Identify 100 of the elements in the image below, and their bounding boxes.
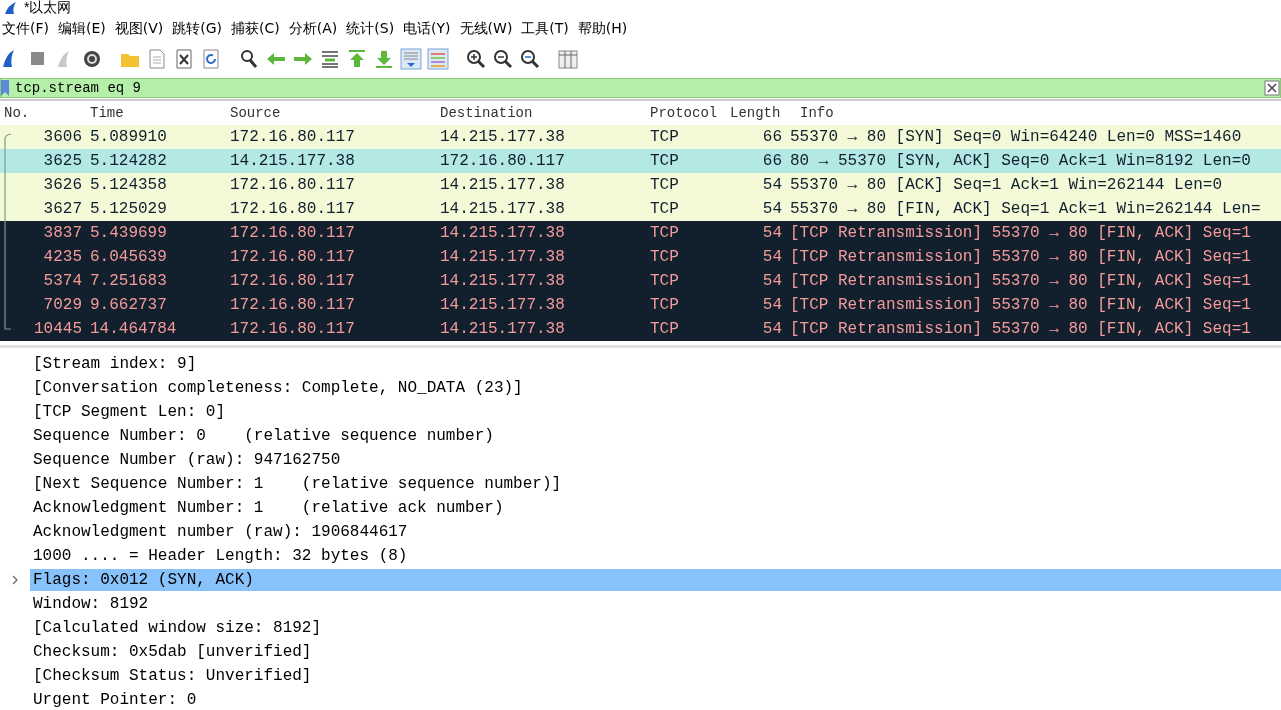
menu-item[interactable]: 无线(W) <box>457 20 520 38</box>
column-header[interactable]: Source <box>226 105 436 121</box>
table-cell-text: 3625 <box>42 152 83 170</box>
table-cell-text: 172.16.80.117 <box>229 320 356 338</box>
resize-columns-icon[interactable] <box>557 48 579 70</box>
detail-line[interactable]: Checksum: 0x5dab [unverified] <box>30 641 315 663</box>
close-file-icon[interactable] <box>173 48 195 70</box>
table-cell-text: 14.215.177.38 <box>439 224 566 242</box>
column-header[interactable]: Destination <box>436 105 646 121</box>
detail-line[interactable]: [Stream index: 9] <box>30 353 200 375</box>
table-cell-text: [TCP Retransmission] 55370 → 80 [FIN, ACK] Seq=1 <box>789 296 1252 314</box>
menu-item[interactable]: 分析(A) <box>286 20 345 38</box>
detail-line[interactable]: Acknowledgment number (raw): 1906844617 <box>30 521 411 543</box>
detail-line[interactable]: Urgent Pointer: 0 <box>30 689 200 710</box>
menu-item[interactable]: 帮助(H) <box>575 20 635 38</box>
detail-line[interactable]: Sequence Number (raw): 947162750 <box>30 449 344 471</box>
table-cell-text: TCP <box>649 224 680 242</box>
table-cell-text: TCP <box>649 176 680 194</box>
detail-line[interactable]: [Next Sequence Number: 1 (relative sequence number)] <box>30 473 565 495</box>
menu-item[interactable]: 电话(Y) <box>401 20 458 38</box>
go-to-list-icon[interactable] <box>319 48 341 70</box>
packet-row[interactable]: 4235 6.045639 172.16.80.117 14.215.177.38 TCP 54 [TCP Retransmission] 55370 → 80 [FIN, ACK] Seq=1 <box>0 245 1281 269</box>
detail-line[interactable]: Acknowledgment Number: 1 (relative ack number) <box>30 497 507 519</box>
menu-item[interactable]: 捕获(C) <box>229 20 287 38</box>
table-cell-text: 14.215.177.38 <box>439 296 566 314</box>
table-cell-text: TCP <box>649 248 680 266</box>
detail-line[interactable]: [Calculated window size: 8192] <box>30 617 325 639</box>
detail-line[interactable]: Sequence Number: 0 (relative sequence number) <box>30 425 497 447</box>
table-cell-text: 80 → 55370 [SYN, ACK] Seq=0 Ack=1 Win=8192 Len=0 <box>789 152 1252 170</box>
table-cell-text: 14.215.177.38 <box>229 152 356 170</box>
menu-item[interactable]: 文件(F) <box>0 20 56 38</box>
table-cell-text: 55370 → 80 [SYN] Seq=0 Win=64240 Len=0 MSS=1460 <box>789 128 1243 146</box>
table-cell-text: 10445 <box>33 320 83 338</box>
table-cell-text: TCP <box>649 296 680 314</box>
table-cell-text: 55370 → 80 [FIN, ACK] Seq=1 Ack=1 Win=262144 Len= <box>789 200 1262 218</box>
table-cell-text: 172.16.80.117 <box>229 296 356 314</box>
table-cell-text: 55370 → 80 [ACK] Seq=1 Ack=1 Win=262144 Len=0 <box>789 176 1224 194</box>
table-cell-text: [TCP Retransmission] 55370 → 80 [FIN, ACK] Seq=1 <box>789 272 1252 290</box>
table-cell-text: 3627 <box>42 200 83 218</box>
table-cell-text: 7.251683 <box>89 272 168 290</box>
detail-line[interactable]: Window: 8192 <box>30 593 152 615</box>
color-list-icon[interactable] <box>427 48 449 70</box>
table-cell-text: TCP <box>649 272 680 290</box>
packet-row[interactable]: 3627 5.125029 172.16.80.117 14.215.177.38 TCP 54 55370 → 80 [FIN, ACK] Seq=1 Ack=1 Win=262144 Len= <box>0 197 1281 221</box>
table-cell-text: [TCP Retransmission] 55370 → 80 [FIN, ACK] Seq=1 <box>789 248 1252 266</box>
table-cell-text: 54 <box>761 248 783 266</box>
menu-item[interactable]: 工具(T) <box>519 20 576 38</box>
table-cell-text: 4235 <box>42 248 83 266</box>
table-cell-text: 172.16.80.117 <box>229 128 356 146</box>
window-title: *以太网 <box>24 0 72 14</box>
table-cell-text: 14.215.177.38 <box>439 200 566 218</box>
table-cell-text: 5.089910 <box>89 128 168 146</box>
table-cell-text: 14.215.177.38 <box>439 248 566 266</box>
packet-row[interactable]: 3626 5.124358 172.16.80.117 14.215.177.38 TCP 54 55370 → 80 [ACK] Seq=1 Ack=1 Win=262144 Len=0 <box>0 173 1281 197</box>
menu-item[interactable]: 编辑(E) <box>56 20 113 38</box>
table-cell-text: 7029 <box>42 296 83 314</box>
packet-row[interactable]: 3837 5.439699 172.16.80.117 14.215.177.38 TCP 54 [TCP Retransmission] 55370 → 80 [FIN, ACK] Seq=1 <box>0 221 1281 245</box>
column-header[interactable]: No. <box>0 105 86 121</box>
detail-line[interactable]: [Conversation completeness: Complete, NO_DATA (23)] <box>30 377 526 399</box>
reload-icon[interactable] <box>200 48 222 70</box>
packet-row[interactable]: 7029 9.662737 172.16.80.117 14.215.177.38 TCP 54 [TCP Retransmission] 55370 → 80 [FIN, ACK] Seq=1 <box>0 293 1281 317</box>
table-cell-text: 3606 <box>42 128 83 146</box>
search-icon[interactable] <box>238 48 260 70</box>
table-cell-text: 172.16.80.117 <box>439 152 566 170</box>
detail-line[interactable]: [TCP Segment Len: 0] <box>30 401 229 423</box>
table-cell-text: 5.124282 <box>89 152 168 170</box>
packet-row[interactable]: 10445 14.464784 172.16.80.117 14.215.177.38 TCP 54 [TCP Retransmission] 55370 → 80 [FIN, ACK] Seq=1 <box>0 317 1281 341</box>
table-cell-text: 14.215.177.38 <box>439 272 566 290</box>
packet-row[interactable]: 5374 7.251683 172.16.80.117 14.215.177.38 TCP 54 [TCP Retransmission] 55370 → 80 [FIN, ACK] Seq=1 <box>0 269 1281 293</box>
table-cell-text: 5.124358 <box>89 176 168 194</box>
table-cell-text: [TCP Retransmission] 55370 → 80 [FIN, ACK] Seq=1 <box>789 224 1252 242</box>
packet-row[interactable]: 3625 5.124282 14.215.177.38 172.16.80.117 TCP 66 80 → 55370 [SYN, ACK] Seq=0 Ack=1 Win=8192 Len=0 <box>0 149 1281 173</box>
table-cell-text: 5.439699 <box>89 224 168 242</box>
table-cell-text: 172.16.80.117 <box>229 200 356 218</box>
zoom-out-icon[interactable] <box>492 48 514 70</box>
table-cell-text: 5374 <box>42 272 83 290</box>
zoom-reset-icon[interactable] <box>519 48 541 70</box>
list-icon[interactable] <box>400 48 422 70</box>
table-cell-text: TCP <box>649 200 680 218</box>
table-cell-text: TCP <box>649 320 680 338</box>
detail-line[interactable]: [Checksum Status: Unverified] <box>30 665 315 687</box>
packet-row[interactable]: 3606 5.089910 172.16.80.117 14.215.177.38 TCP 66 55370 → 80 [SYN] Seq=0 Win=64240 Len=0 MSS=1460 <box>0 125 1281 149</box>
table-cell-text: TCP <box>649 152 680 170</box>
column-header[interactable]: Length <box>726 105 786 121</box>
expand-icon[interactable] <box>11 575 19 585</box>
menu-item[interactable]: 统计(S) <box>344 20 402 38</box>
table-cell-text: 14.215.177.38 <box>439 320 566 338</box>
column-header[interactable]: Time <box>86 105 226 121</box>
zoom-in-icon[interactable] <box>465 48 487 70</box>
menu-item[interactable]: 视图(V) <box>112 20 171 38</box>
down-arrow-icon[interactable] <box>373 48 395 70</box>
table-cell-text: TCP <box>649 128 680 146</box>
table-cell-text: 54 <box>761 224 783 242</box>
up-arrow-icon[interactable] <box>346 48 368 70</box>
menu-item[interactable]: 跳转(G) <box>170 20 230 38</box>
table-cell-text: 172.16.80.117 <box>229 176 356 194</box>
detail-line[interactable]: 1000 .... = Header Length: 32 bytes (8) <box>30 545 411 567</box>
column-header[interactable]: Info <box>796 105 1281 121</box>
table-cell-text: 172.16.80.117 <box>229 248 356 266</box>
table-cell-text: 14.215.177.38 <box>439 128 566 146</box>
